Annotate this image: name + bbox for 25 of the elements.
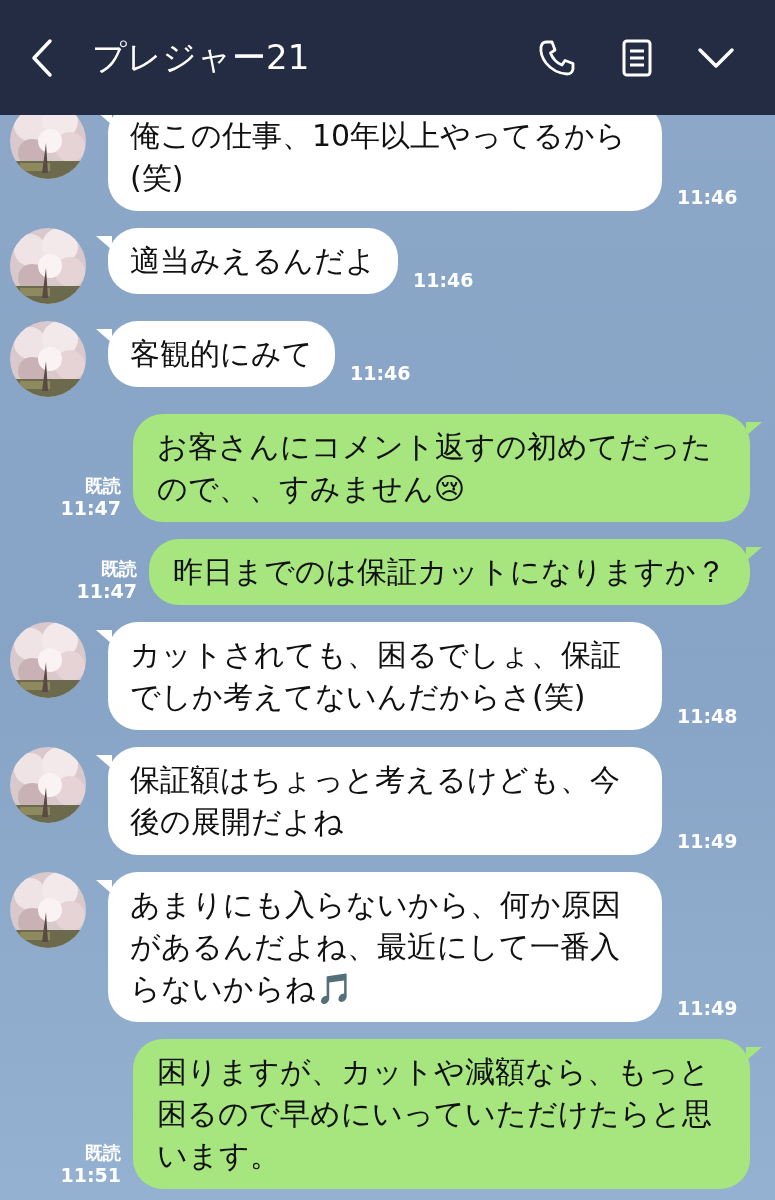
message-bubble: 俺この仕事、10年以上やってるから(笑) bbox=[108, 115, 662, 211]
message-time: 11:46 bbox=[413, 271, 474, 290]
message-bubble: カットされても、困るでしょ、保証でしか考えてないんだからさ(笑) bbox=[108, 622, 662, 730]
read-receipt: 既読 bbox=[101, 560, 137, 578]
message-bubble: お客さんにコメント返すの初めてだったので、、すみません😢 bbox=[133, 414, 750, 522]
message-bubble: 昨日までのは保証カットになりますか？ bbox=[149, 539, 750, 605]
message-bubble: 保証額はちょっと考えるけども、今後の展開だよね bbox=[108, 747, 662, 855]
message-time: 11:46 bbox=[677, 188, 738, 207]
message-bubble: 適当みえるんだよ bbox=[108, 228, 398, 294]
message-time: 11:49 bbox=[677, 999, 738, 1018]
message-bubble: 困りますが、カットや減額なら、もっと困るので早めにいっていただけたらと思います。 bbox=[133, 1039, 750, 1189]
back-icon[interactable] bbox=[30, 37, 54, 78]
message-time: 11:47 bbox=[76, 582, 137, 601]
chevron-down-icon[interactable] bbox=[697, 45, 735, 70]
notes-icon[interactable] bbox=[621, 37, 653, 78]
chat-title: プレジャー21 bbox=[92, 36, 310, 79]
message-bubble: あまりにも入らないから、何か原因があるんだよね、最近にして一番入らないからね🎵 bbox=[108, 872, 662, 1022]
message-time: 11:47 bbox=[60, 499, 121, 518]
read-receipt: 既読 bbox=[85, 1144, 121, 1162]
message-time: 11:48 bbox=[677, 707, 738, 726]
message-time: 11:51 bbox=[60, 1166, 121, 1185]
read-receipt: 既読 bbox=[85, 477, 121, 495]
message-time: 11:46 bbox=[350, 364, 411, 383]
message-bubble: 客観的にみて bbox=[108, 321, 335, 387]
message-time: 11:49 bbox=[677, 832, 738, 851]
